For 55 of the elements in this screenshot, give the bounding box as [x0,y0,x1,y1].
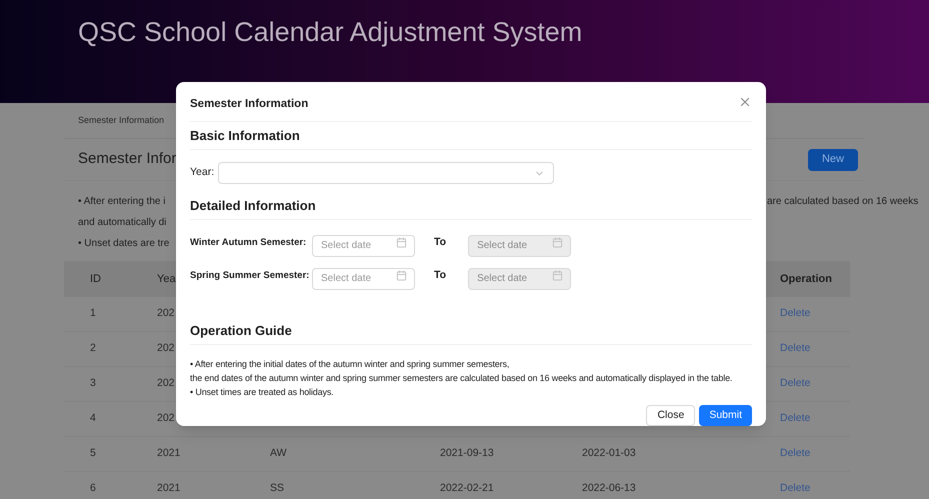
table-cell-text: SS [270,481,284,496]
note-text: are calculated based on 16 weeks [767,195,918,209]
delete-link[interactable]: Delete [780,411,810,427]
table-cell-text: 2021-09-13 [440,446,494,462]
table-cell-text: 2022-02-21 [440,481,494,496]
guide-text: the end dates of the autumn winter and spring summer semesters are calculated based on 16 weeks and automatically displayed in the table. [190,372,732,385]
calendar-icon [552,237,564,248]
table-cell-text: 5 [90,446,96,462]
table-cell-text: 3 [90,376,96,392]
dialog-title: Semester Information [190,96,308,112]
note-text: and automatically di [77,216,166,230]
calendar-icon [552,270,564,281]
table-cell-text: 202 [157,306,175,322]
close-button[interactable]: Close [646,405,696,426]
note-text: • Unset dates are tre [77,237,170,251]
column-header: ID [90,272,101,287]
field-label: Year: [190,165,214,180]
to-label: To [434,268,446,284]
breadcrumb[interactable]: Semester Information [78,114,164,128]
date-field[interactable]: Select date [312,234,415,256]
guide-text: • After entering the initial dates of the autumn winter and spring summer semesters, [190,358,510,371]
page-title: Semester Infor [77,149,176,170]
table-cell-text: 2 [90,341,96,356]
calendar-icon [396,270,407,281]
delete-link[interactable]: Delete [780,376,810,392]
table-cell-text: 202 [157,341,175,356]
guide-text: • Unset times are treated as holidays. [190,386,334,399]
table-cell-text: 202 [157,411,175,426]
delete-link[interactable]: Delete [780,481,810,497]
table-cell-text: 202 [157,376,175,392]
section-heading: Operation Guide [190,317,752,345]
date-field[interactable]: Select date [312,268,415,290]
table-cell-text: 4 [90,411,96,426]
table-cell-text: 6 [90,481,96,496]
delete-link[interactable]: Delete [780,341,810,357]
delete-link[interactable]: Delete [780,446,810,462]
table-cell-text: 2022-01-03 [582,446,636,462]
table-cell-text: 2021 [157,481,180,496]
field-label: Winter Autumn Semester: [190,236,308,250]
to-label: To [434,235,446,250]
table-cell-text: 2022-06-13 [582,481,636,496]
table-cell-text: AW [270,446,287,462]
column-header: Operation [780,272,832,287]
calendar-icon [396,237,407,248]
section-heading: Detailed Information [190,192,752,220]
section-heading: Basic Information [190,122,752,150]
note-text: • After entering the i [77,195,166,209]
delete-link[interactable]: Delete [780,306,810,322]
app-title: QSC School Calendar Adjustment System [78,16,584,49]
new-button[interactable]: New [808,148,858,170]
field-label: Spring Summer Semester: [190,268,310,283]
column-header: Yea [157,272,176,287]
submit-button[interactable]: Submit [699,405,752,426]
table-cell-text: 1 [90,306,96,322]
table-cell-text: 2021 [157,446,180,462]
